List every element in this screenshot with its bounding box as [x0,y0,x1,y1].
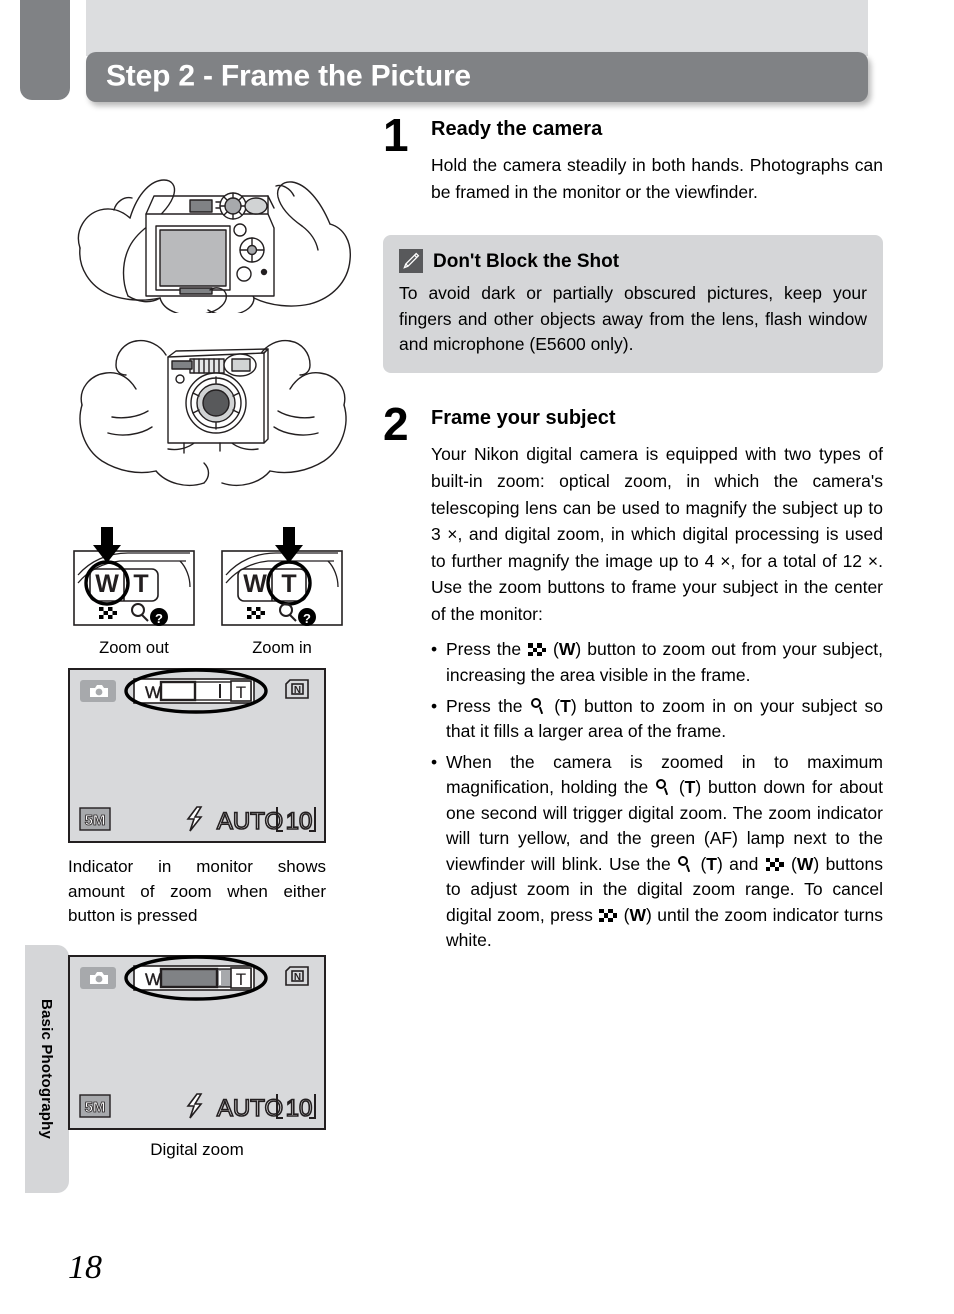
zoom-in-figure: W T ? Zoom in [216,527,348,658]
page-number: 18 [68,1249,102,1286]
page-header-bar: Step 2 - Frame the Picture [86,52,868,102]
pencil-icon [399,249,423,274]
indicator-w-label: W [145,683,161,702]
step-1-text: Hold the camera steadily in both hands. … [431,155,883,202]
step-2: 2 Frame your subject Your Nikon digital … [383,401,883,954]
monitor-digital-zoom-illustration: W T N 5M AUTO 10 [68,954,326,1130]
svg-text:N: N [294,685,301,696]
tip-title: Don't Block the Shot [433,250,620,272]
button-letter: T [684,777,696,798]
page-top-band [86,0,868,56]
indicator-t-label: T [236,970,246,989]
zoom-in-w-label: W [243,570,267,598]
tip-box-dont-block-the-shot: Don't Block the Shot To avoid dark or pa… [383,235,883,374]
indicator-w-label: W [145,970,161,989]
zoom-out-caption: Zoom out [99,639,169,657]
zoom-out-figure: W T ? Zoom out [68,527,200,658]
zoom-out-t-label: T [133,570,148,598]
tip-text: To avoid dark or partially obscured pict… [399,283,867,354]
button-letter: W [796,853,814,874]
zoom-in-caption: Zoom in [252,639,312,657]
right-text-column: 1 Ready the camera Hold the camera stead… [383,112,883,959]
image-size-label: 5M [85,812,106,829]
image-size-label: 5M [85,1099,106,1116]
frames-remaining-label: 10 [286,808,313,835]
button-letter: W [629,904,647,925]
frames-remaining-label: 10 [286,1095,313,1122]
zoom-button-figures: W T ? Zoom out W T ? Zoom in [68,527,358,658]
button-letter: W [558,639,576,660]
camera-rear-view-illustration [77,179,351,313]
shooting-mode-icon [80,680,116,702]
zoom-out-w-label: W [95,570,119,598]
svg-text:?: ? [155,611,163,626]
page-title: Step 2 - Frame the Picture [106,59,471,93]
image-size-badge: 5M [79,1094,111,1118]
zoom-out-button-illustration: W T ? [73,527,195,626]
tele-zoom-icon [656,779,671,795]
svg-text:N: N [294,972,301,983]
wide-zoom-glyph [247,607,265,619]
corner-tab [20,0,70,100]
wide-zoom-glyph [99,607,117,619]
tele-zoom-icon [678,855,693,872]
section-side-tab-label: Basic Photography [38,998,56,1140]
section-side-tab: Basic Photography [25,945,69,1193]
step-1-title: Ready the camera [431,118,603,140]
step-2-title: Frame your subject [431,407,616,430]
indicator-t-label: T [236,683,246,702]
svg-text:?: ? [303,611,311,626]
step-2-text: Your Nikon digital camera is equipped wi… [431,444,883,624]
zoom-in-t-label: T [281,570,296,598]
step-1: 1 Ready the camera Hold the camera stead… [383,112,883,205]
left-illustration-column: W T ? Zoom out W T ? Zoom in W T N 5M AU… [68,118,358,1160]
zoom-instruction-item: Press the (W) button to zoom out from yo… [431,637,883,688]
wide-zoom-icon [765,857,784,871]
button-letter: T [706,853,717,874]
button-letter: T [560,695,571,716]
camera-front-view-illustration [79,339,347,487]
flash-mode-label: AUTO [217,808,283,835]
zoom-instruction-list: Press the (W) button to zoom out from yo… [431,637,883,954]
step-2-number: 2 [383,398,409,451]
flash-mode-label: AUTO [217,1095,283,1122]
monitor-digital-caption: Digital zoom [150,1139,244,1159]
zoom-instruction-item: Press the (T) button to zoom in on your … [431,694,883,745]
wide-zoom-icon [599,908,618,922]
step-1-number: 1 [383,109,409,161]
image-size-badge: 5M [79,807,111,831]
monitor-optical-caption: Indicator in monitor shows amount of zoo… [68,857,326,926]
monitor-optical-zoom-illustration: W T N 5M AUTO 10 [68,668,326,843]
zoom-in-button-illustration: W T ? [221,527,343,626]
wide-zoom-icon [528,643,547,657]
shooting-mode-icon [80,966,116,989]
zoom-instruction-item: When the camera is zoomed in to maximum … [431,750,883,954]
tele-zoom-icon [530,697,546,714]
